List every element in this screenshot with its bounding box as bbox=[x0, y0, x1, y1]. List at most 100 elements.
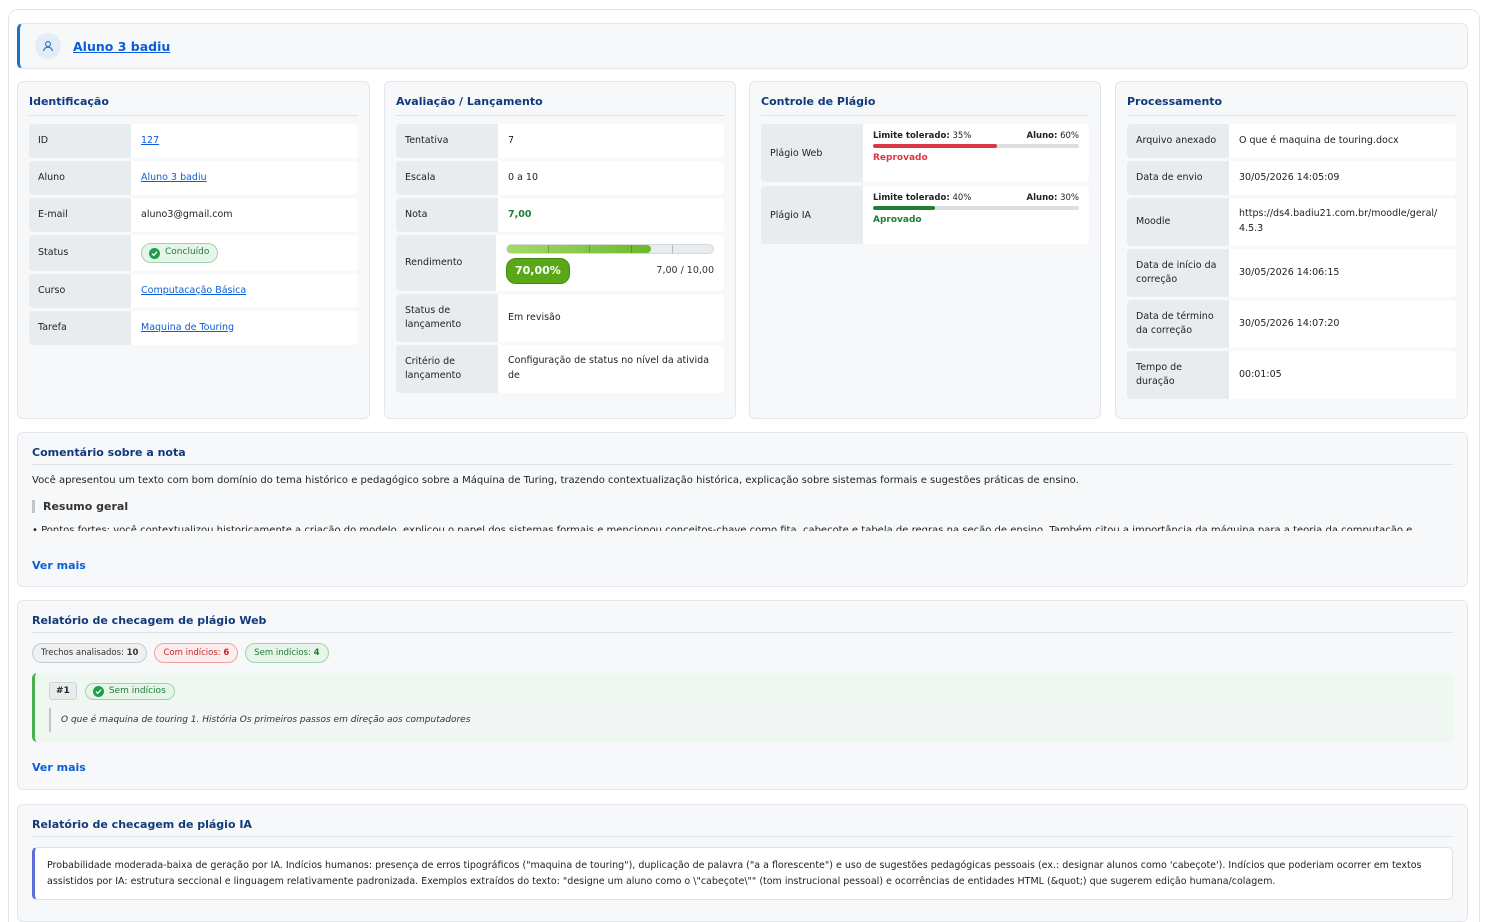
plagio-ia-bar-fill bbox=[873, 206, 935, 210]
arquivo-value: O que é maquina de touring.docx bbox=[1229, 124, 1456, 158]
plagio-ia-row: Plágio IA Limite tolerado: 40% Aluno: 30… bbox=[761, 186, 1089, 244]
trechos-analisados-chip: Trechos analisados: 10 bbox=[32, 643, 148, 663]
plagio-ia-label: Plágio IA bbox=[761, 186, 863, 244]
arquivo-label: Arquivo anexado bbox=[1127, 124, 1229, 158]
sem-indicios-chip: Sem indícios: 4 bbox=[245, 643, 329, 663]
avaliacao-title: Avaliação / Lançamento bbox=[396, 95, 724, 116]
email-label: E-mail bbox=[29, 198, 131, 232]
tentativa-label: Tentativa bbox=[396, 124, 498, 158]
criterio-value: Configuração de status no nível da ativi… bbox=[498, 345, 724, 393]
moodle-value: https://ds4.badiu21.com.br/moodle/geral/… bbox=[1229, 198, 1456, 246]
snippet-text: O que é maquina de touring 1. História O… bbox=[49, 708, 1439, 732]
plagio-web-status: Reprovado bbox=[873, 153, 928, 163]
email-row: E-mail aluno3@gmail.com bbox=[29, 198, 358, 232]
id-row: ID 127 bbox=[29, 124, 358, 158]
pontos-fortes-item: • Pontos fortes: você contextualizou his… bbox=[32, 525, 1413, 531]
relatorio-ia-section: Relatório de checagem de plágio IA Proba… bbox=[17, 804, 1468, 922]
comentario-ver-mais-link[interactable]: Ver mais bbox=[32, 559, 86, 572]
processamento-title: Processamento bbox=[1127, 95, 1456, 116]
escala-label: Escala bbox=[396, 161, 498, 195]
identificacao-title: Identificação bbox=[29, 95, 358, 116]
status-badge-label: Concluído bbox=[165, 247, 210, 258]
snippet-status-badge: Sem indícios bbox=[84, 682, 175, 700]
comentario-section: Comentário sobre a nota Você apresentou … bbox=[17, 432, 1468, 587]
relatorio-web-title: Relatório de checagem de plágio Web bbox=[32, 614, 1453, 633]
plagio-web-limit-label: Limite tolerado: bbox=[873, 131, 950, 141]
plagio-card: Controle de Plágio Plágio Web Limite tol… bbox=[749, 81, 1101, 419]
resumo-geral-heading: Resumo geral bbox=[32, 500, 1453, 513]
comentario-text: Você apresentou um texto com bom domínio… bbox=[32, 475, 1079, 486]
plagio-web-bar bbox=[873, 144, 1079, 148]
aluno-label: Aluno bbox=[29, 161, 131, 195]
tempo-duracao-value: 00:01:05 bbox=[1229, 351, 1456, 399]
plagio-ia-status: Aprovado bbox=[873, 215, 922, 225]
escala-row: Escala 0 a 10 bbox=[396, 161, 724, 195]
plagio-web-bar-fill bbox=[873, 144, 997, 148]
relatorio-web-section: Relatório de checagem de plágio Web Trec… bbox=[17, 600, 1468, 790]
curso-label: Curso bbox=[29, 274, 131, 308]
plagio-ia-limit-label: Limite tolerado: bbox=[873, 193, 950, 203]
status-lancamento-row: Status de lançamento Em revisão bbox=[396, 294, 724, 342]
rendimento-label: Rendimento bbox=[396, 235, 496, 291]
status-lancamento-label: Status de lançamento bbox=[396, 294, 498, 342]
plagio-web-student-label: Aluno: bbox=[1026, 131, 1058, 141]
student-header: Aluno 3 badiu bbox=[17, 23, 1468, 69]
com-indicios-chip: Com indícios: 6 bbox=[154, 643, 239, 663]
criterio-label: Critério de lançamento bbox=[396, 345, 498, 393]
data-inicio-label: Data de início da correção bbox=[1127, 249, 1229, 297]
processamento-card: Processamento Arquivo anexado O que é ma… bbox=[1115, 81, 1468, 419]
data-envio-row: Data de envio 30/05/2026 14:05:09 bbox=[1127, 161, 1456, 195]
status-label: Status bbox=[29, 235, 131, 271]
rendimento-score: 7,00 / 10,00 bbox=[656, 264, 714, 276]
tempo-duracao-row: Tempo de duração 00:01:05 bbox=[1127, 351, 1456, 399]
relatorio-web-ver-mais-link[interactable]: Ver mais bbox=[32, 761, 86, 774]
nota-value: 7,00 bbox=[498, 198, 724, 232]
user-icon bbox=[35, 33, 61, 59]
plagio-ia-bar bbox=[873, 206, 1079, 210]
id-label: ID bbox=[29, 124, 131, 158]
status-row: Status Concluído bbox=[29, 235, 358, 271]
rendimento-row: Rendimento 70,00% 7,00 / 10,00 bbox=[396, 235, 724, 291]
tarefa-row: Tarefa Maquina de Touring bbox=[29, 311, 358, 345]
curso-link[interactable]: Computacação Básica bbox=[141, 284, 246, 299]
email-value: aluno3@gmail.com bbox=[131, 198, 358, 232]
student-name-link[interactable]: Aluno 3 badiu bbox=[73, 39, 170, 54]
criterio-row: Critério de lançamento Configuração de s… bbox=[396, 345, 724, 393]
plagio-ia-limit-value: 40% bbox=[952, 193, 972, 203]
aluno-row: Aluno Aluno 3 badiu bbox=[29, 161, 358, 195]
tarefa-link[interactable]: Maquina de Touring bbox=[141, 321, 234, 336]
data-inicio-row: Data de início da correção 30/05/2026 14… bbox=[1127, 249, 1456, 297]
comentario-title: Comentário sobre a nota bbox=[32, 446, 1453, 465]
snippet-item: #1 Sem indícios O que é maquina de touri… bbox=[32, 673, 1453, 742]
status-lancamento-value: Em revisão bbox=[498, 294, 724, 342]
tempo-duracao-label: Tempo de duração bbox=[1127, 351, 1229, 399]
plagio-title: Controle de Plágio bbox=[761, 95, 1089, 116]
plagio-web-student-value: 60% bbox=[1060, 131, 1079, 141]
id-link[interactable]: 127 bbox=[141, 134, 159, 149]
data-termino-value: 30/05/2026 14:07:20 bbox=[1229, 300, 1456, 348]
plagio-web-row: Plágio Web Limite tolerado: 35% Aluno: 6… bbox=[761, 124, 1089, 182]
data-inicio-value: 30/05/2026 14:06:15 bbox=[1229, 249, 1456, 297]
relatorio-ia-title: Relatório de checagem de plágio IA bbox=[32, 818, 1453, 837]
plagio-web-label: Plágio Web bbox=[761, 124, 863, 182]
data-termino-label: Data de término da correção bbox=[1127, 300, 1229, 348]
avaliacao-card: Avaliação / Lançamento Tentativa 7 Escal… bbox=[384, 81, 736, 419]
rendimento-percent-badge: 70,00% bbox=[506, 258, 570, 284]
snippet-number: #1 bbox=[49, 682, 77, 700]
nota-label: Nota bbox=[396, 198, 498, 232]
moodle-label: Moodle bbox=[1127, 198, 1229, 246]
aluno-link[interactable]: Aluno 3 badiu bbox=[141, 171, 207, 186]
status-badge: Concluído bbox=[141, 243, 219, 263]
rendimento-progress-bar bbox=[506, 244, 714, 255]
plagio-web-limit-value: 35% bbox=[952, 131, 972, 141]
data-termino-row: Data de término da correção 30/05/2026 1… bbox=[1127, 300, 1456, 348]
tentativa-value: 7 bbox=[498, 124, 724, 158]
curso-row: Curso Computacação Básica bbox=[29, 274, 358, 308]
check-circle-icon bbox=[149, 247, 160, 259]
escala-value: 0 a 10 bbox=[498, 161, 724, 195]
tarefa-label: Tarefa bbox=[29, 311, 131, 345]
data-envio-label: Data de envio bbox=[1127, 161, 1229, 195]
arquivo-row: Arquivo anexado O que é maquina de touri… bbox=[1127, 124, 1456, 158]
identificacao-card: Identificação ID 127 Aluno Aluno 3 badiu… bbox=[17, 81, 370, 419]
moodle-row: Moodle https://ds4.badiu21.com.br/moodle… bbox=[1127, 198, 1456, 246]
